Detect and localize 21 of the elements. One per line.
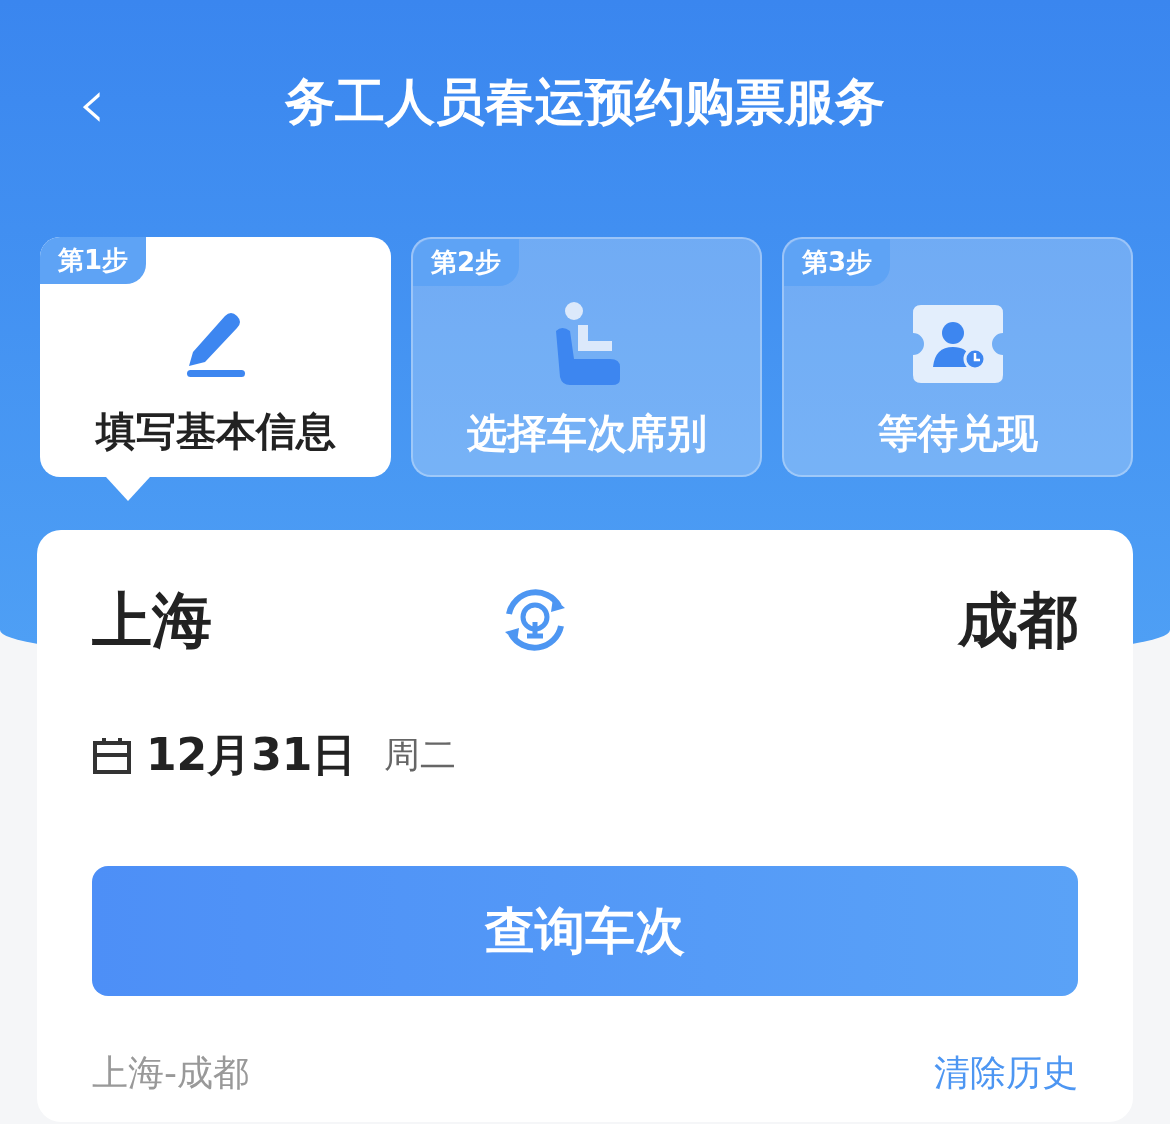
- history-item[interactable]: 上海-成都: [92, 1046, 249, 1100]
- arrival-station[interactable]: 成都: [958, 590, 1078, 650]
- step-tab[interactable]: 第3步 等待兑现: [782, 237, 1133, 477]
- step-tab[interactable]: 第2步 选择车次席别: [411, 237, 762, 477]
- pointer-tail: [106, 477, 150, 501]
- search-trains-button[interactable]: 查询车次: [92, 866, 1078, 996]
- weekday-label: 周二: [384, 733, 457, 777]
- clear-history-link[interactable]: 清除历史: [934, 1046, 1078, 1100]
- departure-station[interactable]: 上海: [92, 590, 212, 650]
- ticket-icon: [912, 305, 1003, 383]
- step-badge: 第2步: [413, 239, 520, 286]
- page-title: 务工人员春运预约购票服务: [284, 72, 886, 133]
- step-badge: 第1步: [40, 237, 147, 284]
- travel-date[interactable]: 12月31日: [146, 722, 357, 788]
- step-label: 等待兑现: [877, 409, 1038, 458]
- step-badge: 第3步: [784, 239, 891, 286]
- step-label: 填写基本信息: [95, 407, 336, 456]
- step-label: 选择车次席别: [466, 409, 707, 458]
- calendar-icon: [92, 735, 132, 775]
- back-button[interactable]: ‹: [62, 66, 122, 139]
- step-tab[interactable]: 第1步 填写基本信息: [40, 237, 391, 477]
